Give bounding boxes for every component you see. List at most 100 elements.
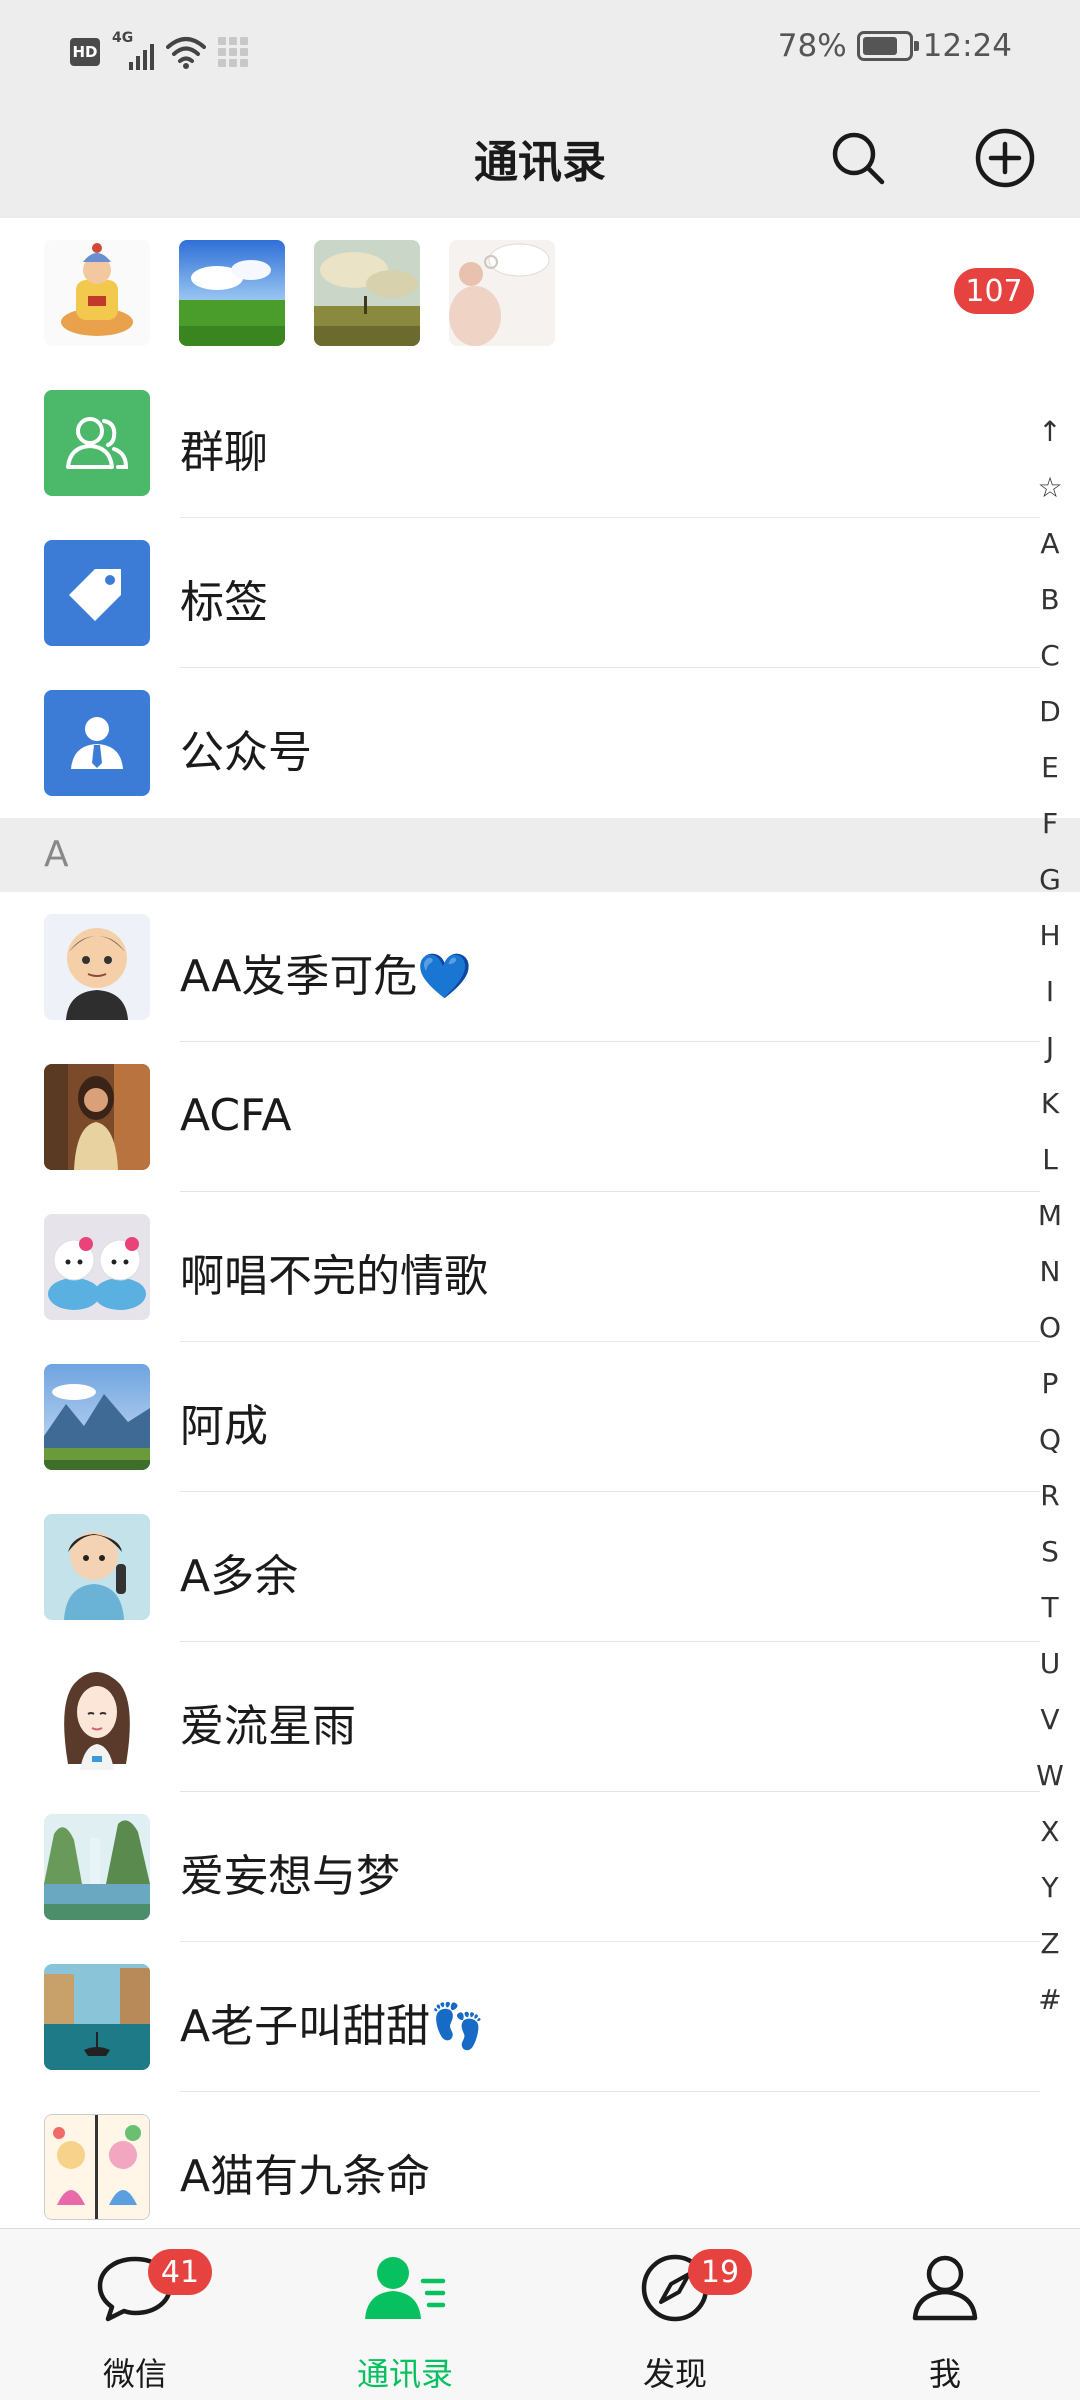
contact-avatar xyxy=(44,2114,150,2220)
battery-percent: 78% xyxy=(777,28,847,64)
contact-name: A老子叫甜甜👣 xyxy=(180,2001,485,2052)
index-letter[interactable]: Z xyxy=(1028,1916,1072,1972)
index-letter[interactable]: J xyxy=(1028,1020,1072,1076)
nav-discover[interactable]: 19 发现 xyxy=(540,2229,810,2400)
contact-row[interactable]: ACFA xyxy=(0,1042,1040,1192)
index-letter[interactable]: A xyxy=(1028,516,1072,572)
contact-row[interactable]: 爱妄想与梦 xyxy=(0,1792,1040,1942)
status-bar: HD 4G 78% 12:24 xyxy=(0,0,1080,100)
tag-icon xyxy=(69,569,121,621)
contact-name: 爱妄想与梦 xyxy=(180,1851,400,1902)
index-letter[interactable]: K xyxy=(1028,1076,1072,1132)
index-letter[interactable]: S xyxy=(1028,1524,1072,1580)
section-letter: A xyxy=(44,834,69,875)
contact-avatar xyxy=(44,914,150,1020)
contact-name: A猫有九条命 xyxy=(180,2151,431,2202)
contact-row[interactable]: 啊唱不完的情歌 xyxy=(0,1192,1040,1342)
contact-name: A多余 xyxy=(180,1551,299,1602)
index-letter[interactable]: E xyxy=(1028,740,1072,796)
index-letter[interactable]: X xyxy=(1028,1804,1072,1860)
recent-avatar xyxy=(179,240,285,346)
nav-me-label: 我 xyxy=(928,2355,961,2393)
section-header-a: A xyxy=(0,818,1080,892)
index-letter[interactable]: W xyxy=(1028,1748,1072,1804)
index-letter[interactable]: R xyxy=(1028,1468,1072,1524)
status-icons-left: HD 4G xyxy=(70,30,250,70)
contact-name: 阿成 xyxy=(180,1401,268,1452)
contact-row[interactable]: A猫有九条命 xyxy=(0,2092,1040,2242)
func-icon-bg xyxy=(44,690,150,796)
index-letter[interactable]: ↑ xyxy=(1028,404,1072,460)
index-letter[interactable]: ☆ xyxy=(1028,460,1072,516)
index-letter[interactable]: L xyxy=(1028,1132,1072,1188)
nav-chats[interactable]: 41 微信 xyxy=(0,2229,270,2400)
index-letter[interactable]: D xyxy=(1028,684,1072,740)
contact-row[interactable]: A老子叫甜甜👣 xyxy=(0,1942,1040,2092)
func-icon-bg xyxy=(44,540,150,646)
nav-contacts[interactable]: 通讯录 xyxy=(270,2229,540,2400)
index-letter[interactable]: T xyxy=(1028,1580,1072,1636)
person-icon xyxy=(895,2243,995,2333)
index-letter[interactable]: H xyxy=(1028,908,1072,964)
search-button[interactable] xyxy=(818,118,898,198)
new-friends-badge: 107 xyxy=(954,268,1034,314)
index-letter[interactable]: G xyxy=(1028,852,1072,908)
discover-badge: 19 xyxy=(688,2249,752,2295)
nav-contacts-label: 通讯录 xyxy=(356,2355,453,2393)
index-letter[interactable]: I xyxy=(1028,964,1072,1020)
alphabet-index[interactable]: ↑ ☆ A B C D E F G H I J K L M N O P Q R S T U V W X Y Z # xyxy=(1028,404,1072,2028)
contact-name: 爱流星雨 xyxy=(180,1701,356,1752)
index-letter[interactable]: B xyxy=(1028,572,1072,628)
status-icons-right: 78% 12:24 xyxy=(778,28,1012,64)
clock: 12:24 xyxy=(922,28,1012,64)
contact-row[interactable]: 阿成 xyxy=(0,1342,1040,1492)
page-title: 通讯录 xyxy=(474,137,606,188)
index-letter[interactable]: M xyxy=(1028,1188,1072,1244)
index-letter[interactable]: N xyxy=(1028,1244,1072,1300)
contact-row[interactable]: A多余 xyxy=(0,1492,1040,1642)
group-chats-label: 群聊 xyxy=(180,427,268,478)
title-bar: 通讯录 xyxy=(0,100,1080,218)
contact-row[interactable]: AA岌季可危💙 xyxy=(0,892,1040,1042)
index-letter[interactable]: F xyxy=(1028,796,1072,852)
recent-avatar xyxy=(449,240,555,346)
index-letter[interactable]: C xyxy=(1028,628,1072,684)
add-circle-icon xyxy=(975,128,1035,188)
hd-indicator: HD xyxy=(70,38,100,66)
nav-me[interactable]: 我 xyxy=(810,2229,1080,2400)
index-letter[interactable]: U xyxy=(1028,1636,1072,1692)
nav-discover-label: 发现 xyxy=(642,2355,707,2393)
contact-row[interactable]: 爱流星雨 xyxy=(0,1642,1040,1792)
wifi-icon xyxy=(166,37,206,69)
cellular-signal-icon: 4G xyxy=(112,30,154,70)
recent-avatar xyxy=(44,240,150,346)
group-chats-row[interactable]: 群聊 xyxy=(0,368,1040,518)
battery-icon xyxy=(856,31,919,61)
index-letter[interactable]: P xyxy=(1028,1356,1072,1412)
tags-row[interactable]: 标签 xyxy=(0,518,1040,668)
new-friends-row[interactable]: 107 xyxy=(0,218,1080,358)
index-letter[interactable]: O xyxy=(1028,1300,1072,1356)
index-letter[interactable]: Y xyxy=(1028,1860,1072,1916)
contact-avatar xyxy=(44,1664,150,1770)
contact-avatar xyxy=(44,1064,150,1170)
contact-avatar xyxy=(44,1814,150,1920)
group-chat-icon xyxy=(66,417,129,469)
official-accounts-row[interactable]: 公众号 xyxy=(0,668,1040,818)
recent-avatar xyxy=(314,240,420,346)
bottom-nav: 41 微信 通讯录 19 发现 我 xyxy=(0,2228,1080,2400)
func-icon-bg xyxy=(44,390,150,496)
official-account-icon xyxy=(71,717,123,769)
nav-chats-label: 微信 xyxy=(102,2355,167,2393)
contact-name: ACFA xyxy=(180,1090,292,1141)
chats-badge: 41 xyxy=(148,2249,212,2295)
contacts-screen: HD 4G 78% 12:24 通讯录 107 群聊 标签 公众号 A AA岌季… xyxy=(0,0,1080,2400)
add-button[interactable] xyxy=(965,118,1045,198)
index-letter[interactable]: Q xyxy=(1028,1412,1072,1468)
contacts-icon xyxy=(355,2243,455,2333)
official-accounts-label: 公众号 xyxy=(180,727,312,778)
contact-avatar xyxy=(44,1964,150,2070)
index-letter[interactable]: V xyxy=(1028,1692,1072,1748)
contact-avatar xyxy=(44,1214,150,1320)
index-letter[interactable]: # xyxy=(1028,1972,1072,2028)
